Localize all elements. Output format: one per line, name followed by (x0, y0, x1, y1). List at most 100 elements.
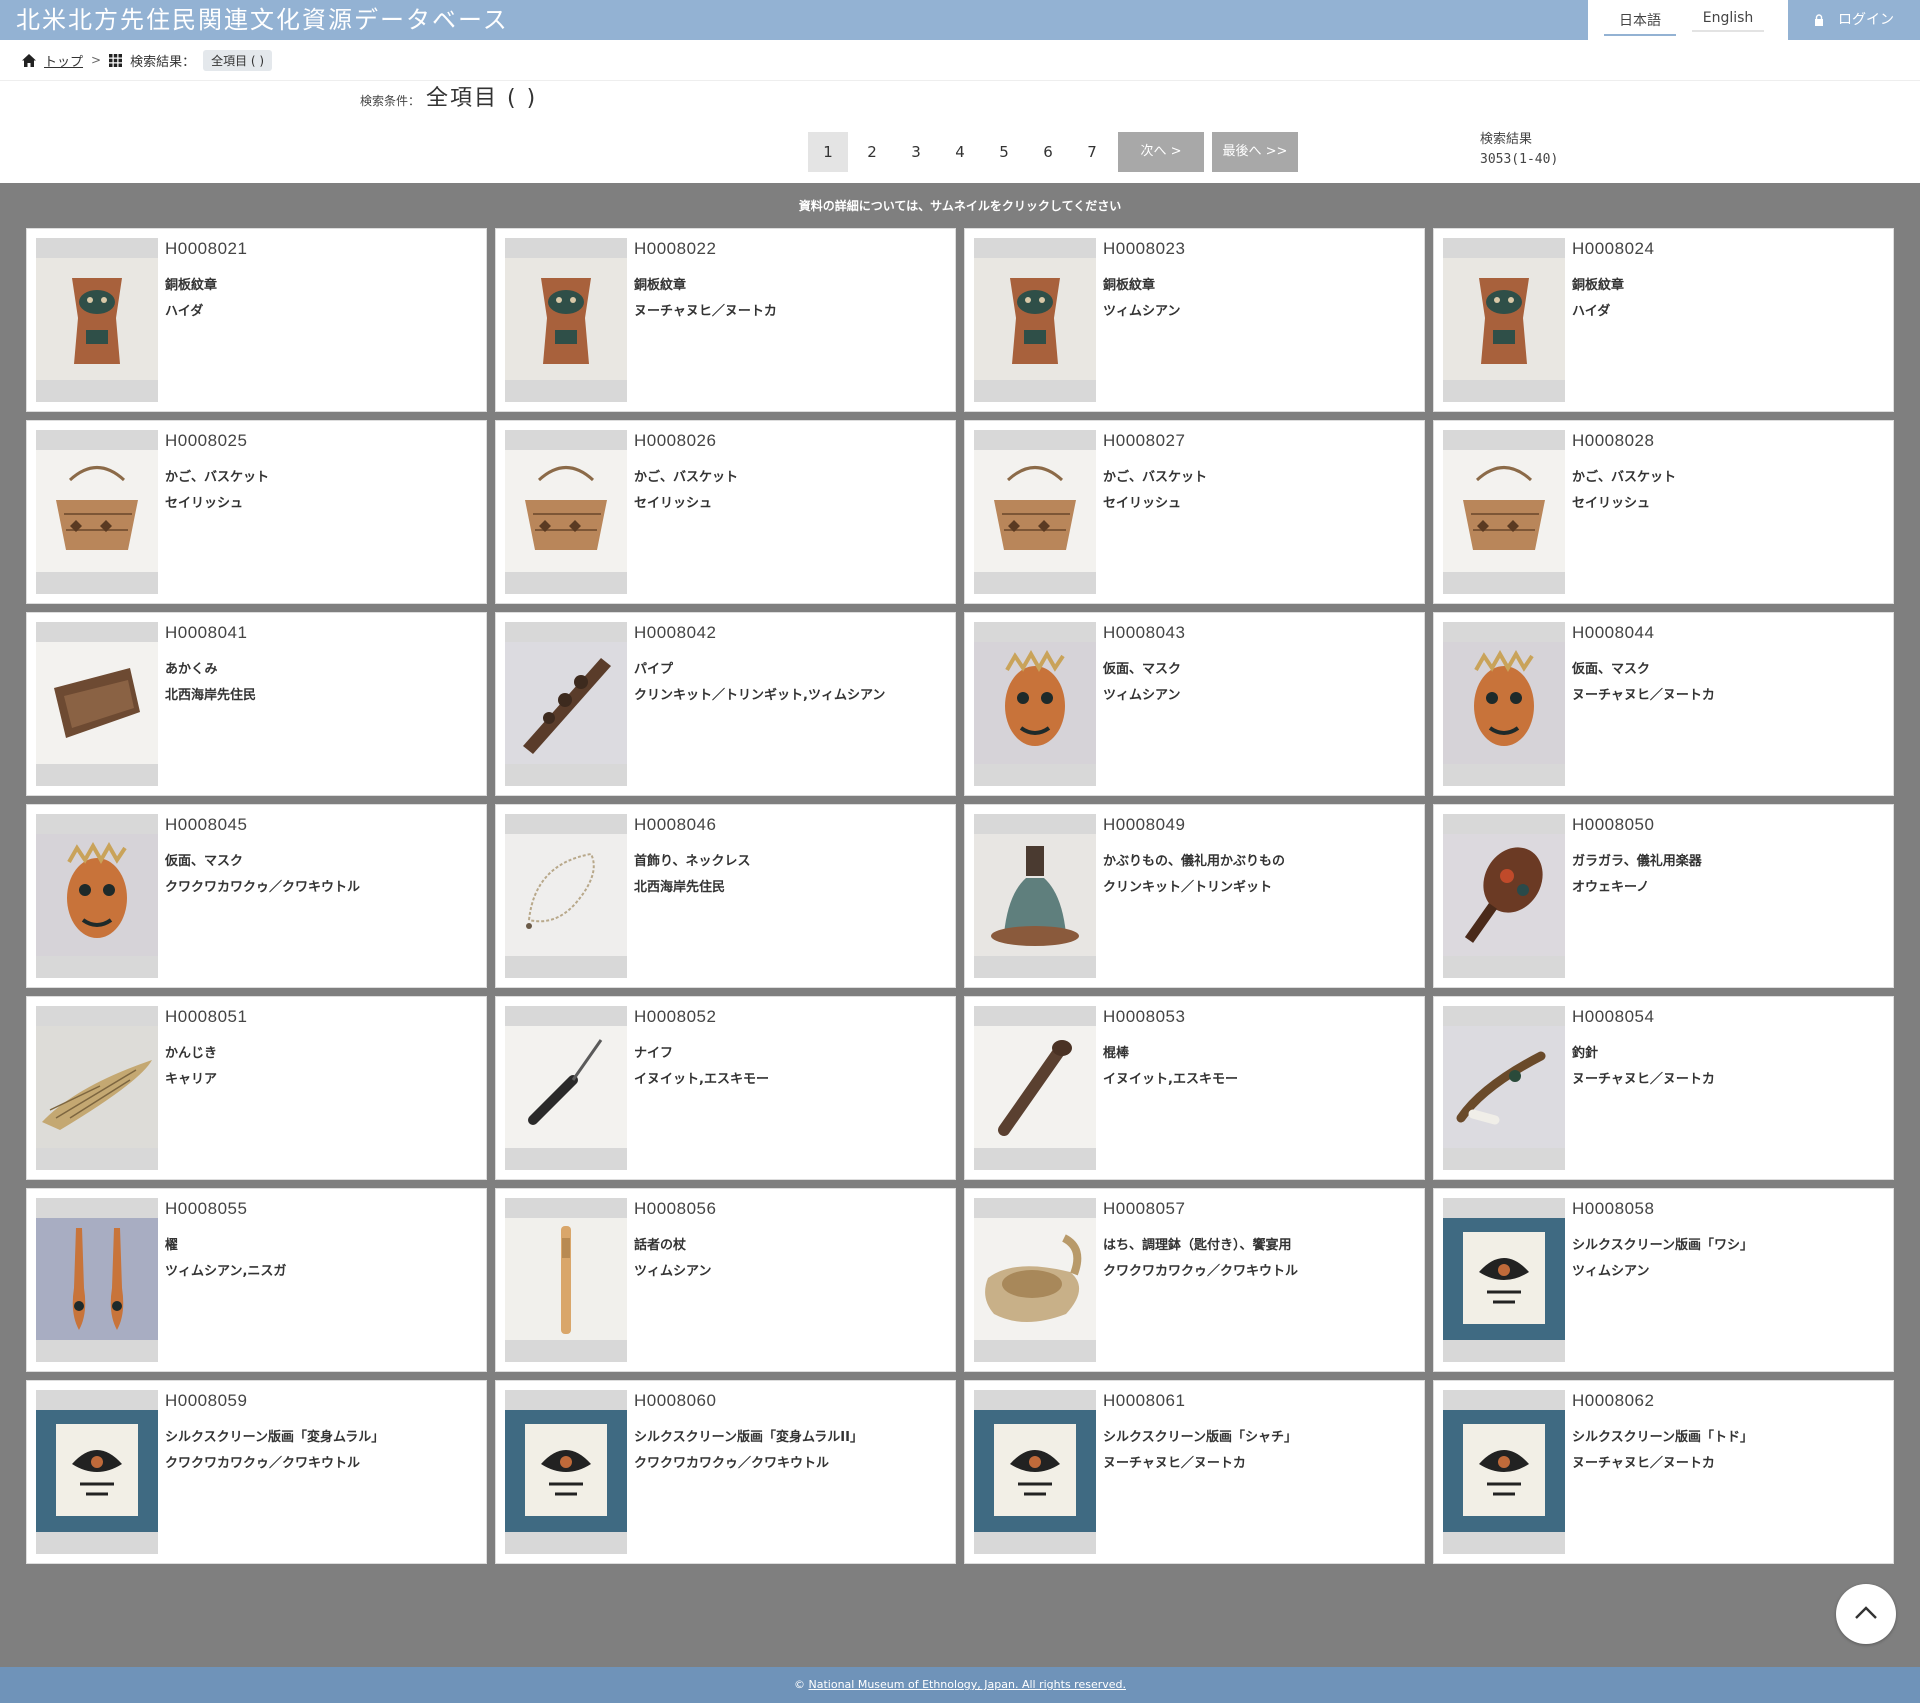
result-card[interactable]: H0008055 櫂ツィムシアン,ニスガ (26, 1188, 487, 1372)
page-7-button[interactable]: 7 (1072, 132, 1112, 172)
result-card[interactable]: H0008054 釣針 ヌーチャヌヒ／ヌートカ (1433, 996, 1894, 1180)
result-card[interactable]: H0008046 首飾り、ネックレス 北西海岸先住民 (495, 804, 956, 988)
item-id: H0008045 (165, 815, 248, 834)
thumbnail-image[interactable] (505, 238, 627, 402)
thumbnail-image[interactable] (36, 430, 158, 594)
thumbnail-image[interactable] (505, 430, 627, 594)
item-name: 話者の杖 (634, 1238, 687, 1253)
item-id: H0008024 (1572, 239, 1655, 258)
result-card[interactable]: H0008060 シルクスクリーン版画「変身ムラルII」 クワクワカワクゥ／クワキウ… (495, 1380, 956, 1564)
thumbnail-image[interactable] (1443, 622, 1565, 786)
thumbnail-image[interactable] (36, 238, 158, 402)
thumbnail-image[interactable] (974, 1006, 1096, 1170)
language-switcher: 日本語 English (1588, 0, 1788, 40)
result-card[interactable]: H0008050 ガラガラ、儀礼用楽器 オウェキーノ (1433, 804, 1894, 988)
lang-japanese-tab[interactable]: 日本語 (1604, 10, 1676, 36)
thumbnail-image[interactable] (36, 1198, 158, 1362)
item-id: H0008025 (165, 431, 248, 450)
page-5-button[interactable]: 5 (984, 132, 1024, 172)
page-1-button[interactable]: 1 (808, 132, 848, 172)
result-card[interactable]: H0008028 かご、バスケット セイリッシュ (1433, 420, 1894, 604)
thumbnail-image[interactable] (1443, 238, 1565, 402)
thumbnail-image[interactable] (36, 1006, 158, 1170)
site-title[interactable]: 北米北方先住民関連文化資源データベース (16, 4, 509, 36)
thumbnail-image[interactable] (1443, 1390, 1565, 1554)
snowshoe-icon (36, 1026, 158, 1148)
page-6-button[interactable]: 6 (1028, 132, 1068, 172)
mask-icon (974, 642, 1096, 764)
divider (0, 80, 1920, 81)
page-3-button[interactable]: 3 (896, 132, 936, 172)
thumbnail-image[interactable] (36, 1390, 158, 1554)
last-page-button[interactable]: 最後へ >> (1212, 132, 1298, 172)
result-card[interactable]: H0008043 仮面、マスク ツィムシアン (964, 612, 1425, 796)
thumbnail-image[interactable] (1443, 430, 1565, 594)
result-card[interactable]: H0008057 はち、調理鉢（匙付き）、饗宴用 クワクワカワクゥ／クワキウトル (964, 1188, 1425, 1372)
result-card[interactable]: H0008056 話者の杖 ツィムシアン (495, 1188, 956, 1372)
thumbnail-image[interactable] (505, 1390, 627, 1554)
result-card[interactable]: H0008049 かぶりもの、儀礼用かぶりもの クリンキット／トリンギット (964, 804, 1425, 988)
search-condition: 検索条件： 全項目 ( ) (360, 80, 537, 112)
result-card[interactable]: H0008058 シルクスクリーン版画「ワシ」 ツィムシアン (1433, 1188, 1894, 1372)
item-name: 銅板紋章 (1572, 278, 1625, 293)
item-group: セイリッシュ (1103, 496, 1182, 511)
thumbnail-image[interactable] (974, 622, 1096, 786)
item-id: H0008050 (1572, 815, 1655, 834)
thumbnail-image[interactable] (505, 814, 627, 978)
thumbnail-image[interactable] (36, 814, 158, 978)
lang-english-tab[interactable]: English (1692, 10, 1764, 32)
scroll-to-top-button[interactable] (1836, 1584, 1896, 1644)
result-card[interactable]: H0008062 シルクスクリーン版画「トド」 ヌーチャヌヒ／ヌートカ (1433, 1380, 1894, 1564)
result-card[interactable]: H0008042 パイプ クリンキット／トリンギット,ツィムシアン (495, 612, 956, 796)
result-card[interactable]: H0008022 銅板紋章 ヌーチャヌヒ／ヌートカ (495, 228, 956, 412)
thumbnail-image[interactable] (505, 1006, 627, 1170)
thumbnail-image[interactable] (36, 622, 158, 786)
result-card[interactable]: H0008041 あかくみ 北西海岸先住民 (26, 612, 487, 796)
item-name: 仮面、マスク (165, 854, 244, 869)
result-card[interactable]: H0008026 かご、バスケット セイリッシュ (495, 420, 956, 604)
footer-copyright-link[interactable]: National Museum of Ethnology, Japan. All… (809, 1678, 1127, 1691)
result-card[interactable]: H0008059 シルクスクリーン版画「変身ムラル」 クワクワカワクゥ／クワキウトル (26, 1380, 487, 1564)
thumbnail-image[interactable] (974, 430, 1096, 594)
thumbnail-notice: 資料の詳細については、サムネイルをクリックしてください (798, 199, 1122, 213)
item-name: 釣針 (1572, 1046, 1599, 1061)
item-id: H0008044 (1572, 623, 1655, 642)
item-name: ガラガラ、儀礼用楽器 (1572, 854, 1702, 869)
next-page-button[interactable]: 次へ > (1118, 132, 1204, 172)
login-button[interactable]: ログイン (1800, 0, 1920, 40)
thumbnail-image[interactable] (505, 1198, 627, 1362)
thumbnail-image[interactable] (1443, 814, 1565, 978)
item-id: H0008041 (165, 623, 248, 642)
result-card[interactable]: H0008053 棍棒 イヌイット,エスキモー (964, 996, 1425, 1180)
result-card[interactable]: H0008051 かんじき キャリア (26, 996, 487, 1180)
item-id: H0008055 (165, 1199, 248, 1218)
item-id: H0008061 (1103, 1391, 1186, 1410)
result-card[interactable]: H0008024 銅板紋章ハイダ (1433, 228, 1894, 412)
thumbnail-image[interactable] (505, 622, 627, 786)
result-card[interactable]: H0008045 仮面、マスク クワクワカワクゥ／クワキウトル (26, 804, 487, 988)
bowl-icon (974, 1218, 1096, 1340)
breadcrumb-home-link[interactable]: トップ (44, 51, 83, 70)
item-name: シルクスクリーン版画「ワシ」 (1572, 1238, 1753, 1253)
item-group: イヌイット,エスキモー (634, 1072, 769, 1087)
thumbnail-image[interactable] (974, 1198, 1096, 1362)
thumbnail-image[interactable] (974, 814, 1096, 978)
result-card[interactable]: H0008021 銅板紋章 ハイダ (26, 228, 487, 412)
thumbnail-image[interactable] (974, 1390, 1096, 1554)
result-card[interactable]: H0008025 かご、バスケット セイリッシュ (26, 420, 487, 604)
copper-shield-icon (974, 258, 1096, 380)
thumbnail-image[interactable] (1443, 1198, 1565, 1362)
result-card[interactable]: H0008027 かご、バスケット セイリッシュ (964, 420, 1425, 604)
result-card[interactable]: H0008061 シルクスクリーン版画「シャチ」 ヌーチャヌヒ／ヌートカ (964, 1380, 1425, 1564)
result-card[interactable]: H0008052 ナイフ イヌイット,エスキモー (495, 996, 956, 1180)
item-id: H0008026 (634, 431, 717, 450)
result-card[interactable]: H0008023 銅板紋章 ツィムシアン (964, 228, 1425, 412)
page-4-button[interactable]: 4 (940, 132, 980, 172)
item-id: H0008058 (1572, 1199, 1655, 1218)
thumbnail-image[interactable] (1443, 1006, 1565, 1170)
item-id: H0008053 (1103, 1007, 1186, 1026)
item-group: ハイダ (1572, 304, 1611, 319)
thumbnail-image[interactable] (974, 238, 1096, 402)
page-2-button[interactable]: 2 (852, 132, 892, 172)
result-card[interactable]: H0008044 仮面、マスク ヌーチャヌヒ／ヌートカ (1433, 612, 1894, 796)
